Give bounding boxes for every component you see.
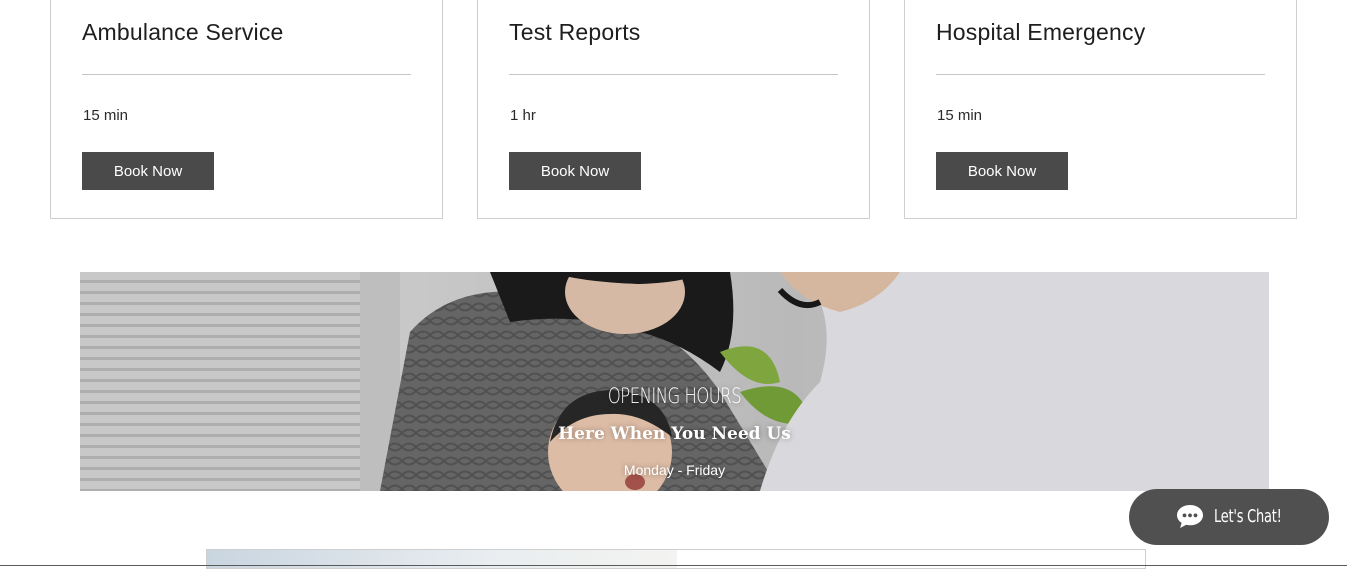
service-title: Test Reports [509,19,641,45]
divider [509,74,838,75]
book-now-button[interactable]: Book Now [509,152,641,190]
next-section-preview [206,549,1146,569]
service-title: Ambulance Service [82,19,284,45]
divider [82,74,411,75]
service-card-ambulance: Ambulance Service 15 min Book Now [50,0,443,219]
lets-chat-button[interactable]: Let's Chat! [1129,489,1329,545]
chat-label: Let's Chat! [1214,506,1282,527]
book-now-button[interactable]: Book Now [82,152,214,190]
service-card-hospital-emergency: Hospital Emergency 15 min Book Now [904,0,1297,219]
doctor-child-photo [80,272,1269,491]
service-duration: 15 min [937,107,983,124]
divider [936,74,1265,75]
hero-subtitle: Here When You Need Us [558,424,791,444]
opening-hours-banner: OPENING HOURS Here When You Need Us Mond… [80,272,1269,491]
chat-bubble-icon [1176,503,1204,532]
service-card-test-reports: Test Reports 1 hr Book Now [477,0,870,219]
service-duration: 1 hr [510,107,536,124]
service-title: Hospital Emergency [936,19,1146,45]
book-now-button[interactable]: Book Now [936,152,1068,190]
service-duration: 15 min [83,107,129,124]
hero-title: OPENING HOURS [607,384,742,408]
opening-days: Monday - Friday [623,462,726,478]
